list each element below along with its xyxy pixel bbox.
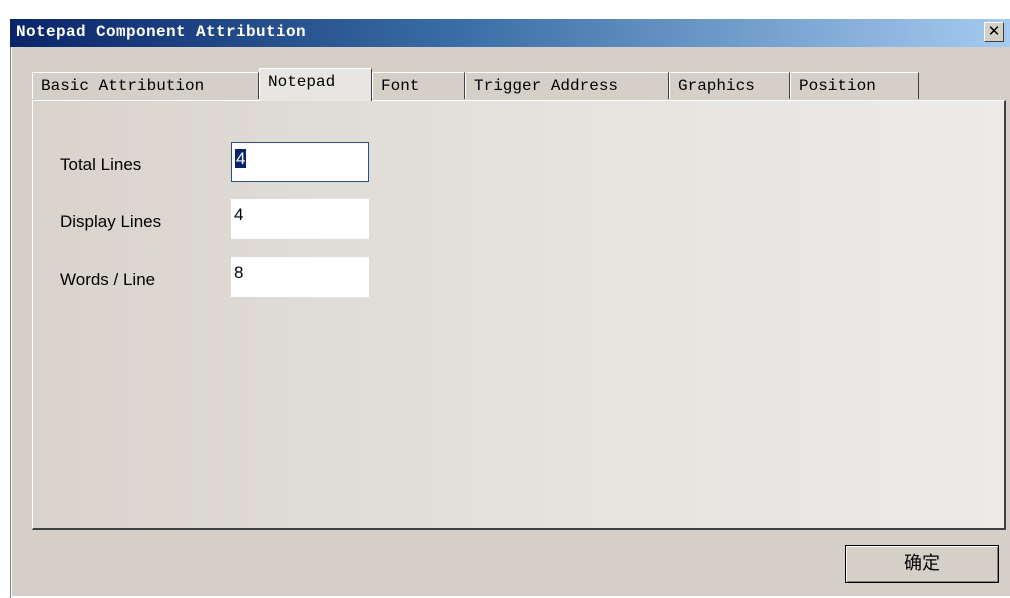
total-lines-value: 4 [235, 149, 247, 168]
ok-button[interactable]: 确定 [845, 545, 999, 583]
total-lines-input[interactable]: 4 [231, 142, 369, 182]
tab-graphics[interactable]: Graphics [669, 72, 790, 99]
tab-basic-attribution[interactable]: Basic Attribution [32, 72, 259, 99]
display-lines-input[interactable]: 4 [231, 199, 369, 239]
words-per-line-input[interactable]: 8 [231, 257, 369, 297]
tab-font[interactable]: Font [372, 72, 465, 99]
total-lines-label: Total Lines [60, 155, 142, 174]
notepad-tab-panel: Total Lines 4 Display Lines 4 Words / Li… [32, 100, 1006, 530]
words-per-line-value: 8 [234, 263, 244, 282]
display-lines-value: 4 [234, 205, 244, 224]
tab-position[interactable]: Position [790, 72, 919, 99]
tab-trigger-address[interactable]: Trigger Address [465, 72, 669, 99]
tab-notepad[interactable]: Notepad [259, 68, 372, 101]
display-lines-label: Display Lines [60, 212, 162, 231]
words-per-line-label: Words / Line [60, 270, 156, 289]
